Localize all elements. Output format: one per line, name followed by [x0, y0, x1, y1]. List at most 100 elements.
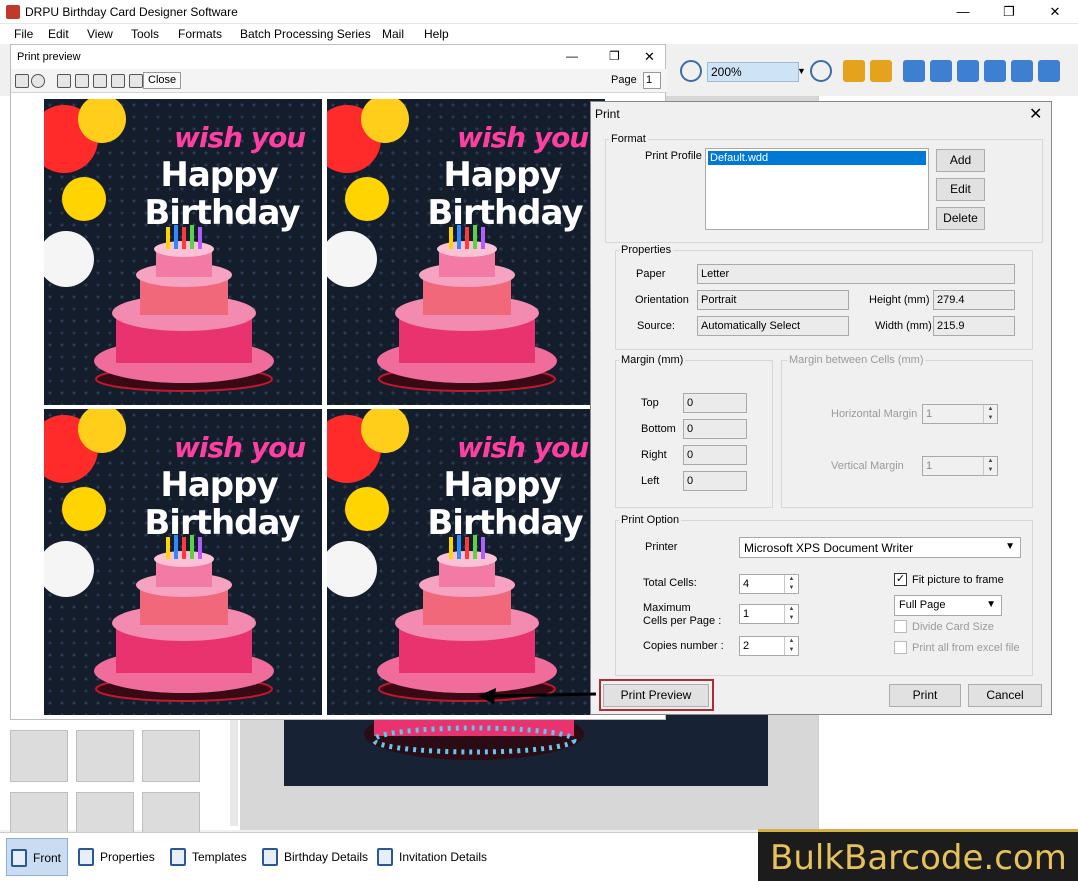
preview-close-x-button[interactable]: ✕ [644, 49, 655, 65]
spinner-arrows-icon[interactable]: ▲ ▼ [983, 457, 997, 475]
card-birthday-text: Birthday [427, 503, 583, 543]
menu-edit[interactable]: Edit [48, 27, 69, 41]
menu-batch-processing[interactable]: Batch Processing Series [240, 27, 371, 41]
arrow-left-icon[interactable] [903, 60, 925, 82]
front-page-icon [11, 849, 27, 867]
menu-tools[interactable]: Tools [131, 27, 159, 41]
lock-icon[interactable] [843, 60, 865, 82]
page-label: Page [611, 74, 637, 86]
fit-picture-checkbox[interactable]: ✓ [894, 573, 907, 586]
tab-templates[interactable]: Templates [166, 838, 252, 876]
page-number-input[interactable]: 1 [643, 72, 661, 89]
tab-invitation-details[interactable]: Invitation Details [373, 838, 495, 876]
card-happy-text: Happy [160, 465, 278, 505]
delete-profile-button[interactable]: Delete [936, 207, 985, 230]
one-page-icon[interactable] [57, 74, 71, 88]
arrow-right-icon[interactable] [957, 60, 979, 82]
total-cells-spinner[interactable]: 4 ▲ ▼ [739, 574, 799, 594]
copies-spinner[interactable]: 2 ▲ ▼ [739, 636, 799, 656]
six-pages-icon[interactable] [129, 74, 143, 88]
margin-top-input[interactable]: 0 [683, 393, 747, 413]
margin-left-input[interactable]: 0 [683, 471, 747, 491]
birthday-card: wish you Happy Birthday [327, 99, 605, 405]
horizontal-margin-spinner[interactable]: 1 ▲ ▼ [922, 404, 998, 424]
chevron-down-icon: ▼ [986, 599, 996, 610]
print-dialog-close-button[interactable]: ✕ [1029, 104, 1042, 124]
two-pages-icon[interactable] [75, 74, 89, 88]
chevron-down-icon: ▼ [1005, 541, 1015, 552]
tab-front[interactable]: Front [6, 838, 68, 876]
left-panel-scrollbar[interactable] [230, 716, 238, 826]
menu-file[interactable]: File [14, 27, 33, 41]
template-thumbnail[interactable] [76, 730, 134, 782]
app-icon [6, 5, 20, 19]
flip-vertical-icon[interactable] [1011, 60, 1033, 82]
edit-profile-button[interactable]: Edit [936, 178, 985, 201]
margin-right-input[interactable]: 0 [683, 445, 747, 465]
properties-icon [78, 848, 94, 866]
print-button[interactable]: Print [889, 684, 961, 707]
properties-group-label: Properties [619, 244, 674, 256]
template-thumbnail[interactable] [142, 730, 200, 782]
arrow-down-icon[interactable] [1038, 60, 1060, 82]
design-canvas-card[interactable] [284, 708, 768, 786]
preview-maximize-button[interactable]: ❐ [609, 49, 620, 63]
menu-help[interactable]: Help [424, 27, 449, 41]
zoom-combo[interactable]: 200% [707, 62, 799, 82]
preview-close-button[interactable]: Close [143, 72, 182, 89]
zoom-in-icon[interactable] [680, 60, 702, 82]
card-happy-text: Happy [443, 465, 561, 505]
copies-value: 2 [743, 640, 750, 652]
horizontal-margin-value: 1 [926, 408, 933, 420]
zoom-dropdown-arrow-icon[interactable]: ▼ [797, 66, 806, 76]
menu-mail[interactable]: Mail [382, 27, 404, 41]
printer-icon[interactable] [15, 74, 29, 88]
divide-card-size-checkbox[interactable] [894, 620, 907, 633]
cell-margin-group [781, 360, 1033, 508]
paper-label: Paper [636, 268, 666, 280]
tab-invitation-details-label: Invitation Details [399, 850, 488, 864]
invitation-details-icon [377, 848, 393, 866]
close-button[interactable]: ✕ [1032, 0, 1078, 24]
max-cells-spinner[interactable]: 1 ▲ ▼ [739, 604, 799, 624]
paper-field: Letter [697, 264, 1015, 284]
vertical-margin-spinner[interactable]: 1 ▲ ▼ [922, 456, 998, 476]
template-thumbnail[interactable] [10, 730, 68, 782]
margin-bottom-input[interactable]: 0 [683, 419, 747, 439]
print-profile-label: Print Profile [645, 150, 702, 162]
card-wish-text: wish you [457, 121, 589, 154]
print-dialog-title: Print [595, 107, 620, 121]
four-pages-icon[interactable] [111, 74, 125, 88]
menu-view[interactable]: View [87, 27, 113, 41]
fit-mode-select[interactable]: Full Page ▼ [894, 595, 1002, 616]
tab-birthday-details[interactable]: Birthday Details [258, 838, 370, 876]
profile-item-selected[interactable]: Default.wdd [708, 151, 926, 165]
preview-minimize-button[interactable]: — [566, 49, 578, 63]
spinner-arrows-icon[interactable]: ▲ ▼ [784, 605, 798, 623]
total-cells-label: Total Cells: [643, 577, 697, 589]
spinner-arrows-icon[interactable]: ▲ ▼ [983, 405, 997, 423]
tab-properties[interactable]: Properties [74, 838, 160, 876]
unlock-icon[interactable] [870, 60, 892, 82]
margin-bottom-label: Bottom [641, 423, 676, 435]
menu-formats[interactable]: Formats [178, 27, 222, 41]
format-group-label: Format [609, 133, 648, 145]
add-profile-button[interactable]: Add [936, 149, 985, 172]
fit-picture-label: Fit picture to frame [912, 574, 1004, 586]
print-from-excel-checkbox[interactable] [894, 641, 907, 654]
minimize-button[interactable]: — [940, 0, 986, 24]
print-profile-list[interactable]: Default.wdd [705, 148, 929, 230]
print-preview-button[interactable]: Print Preview [603, 684, 709, 707]
three-pages-icon[interactable] [93, 74, 107, 88]
cancel-button[interactable]: Cancel [968, 684, 1042, 707]
zoom-out-icon[interactable] [810, 60, 832, 82]
card-birthday-text: Birthday [144, 193, 300, 233]
spinner-arrows-icon[interactable]: ▲ ▼ [784, 637, 798, 655]
magnifier-icon[interactable] [31, 74, 45, 88]
printer-select[interactable]: Microsoft XPS Document Writer ▼ [739, 537, 1021, 558]
arrow-up-icon[interactable] [984, 60, 1006, 82]
maximize-button[interactable]: ❐ [986, 0, 1032, 24]
spinner-arrows-icon[interactable]: ▲ ▼ [784, 575, 798, 593]
flip-horizontal-icon[interactable] [930, 60, 952, 82]
templates-icon [170, 848, 186, 866]
